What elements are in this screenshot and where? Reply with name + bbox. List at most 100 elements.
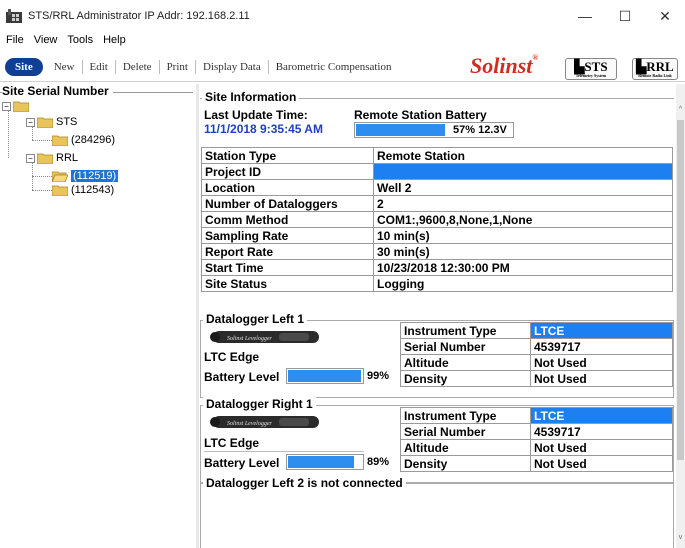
- property-key: Comm Method: [201, 211, 374, 228]
- folder-icon: [52, 135, 68, 146]
- maximize-button[interactable]: ☐: [605, 0, 645, 32]
- datalogger-left-1-battery-bar: [286, 368, 364, 384]
- svg-text:Solinst Levelogger: Solinst Levelogger: [227, 421, 272, 427]
- title-bar: STS/RRL Administrator IP Addr: 192.168.2…: [0, 0, 685, 32]
- site-info-panel: Site Information Last Update Time: 11/1/…: [199, 84, 676, 548]
- remote-battery-text: 57% 12.3V: [453, 124, 507, 136]
- property-value[interactable]: LTCE: [530, 407, 673, 424]
- scroll-down-icon[interactable]: v: [676, 534, 685, 541]
- property-value[interactable]: Logging: [373, 275, 673, 292]
- property-key: Density: [400, 370, 531, 387]
- property-key: Instrument Type: [400, 322, 531, 339]
- tree-node-label-selected[interactable]: (112519): [71, 170, 119, 182]
- property-value[interactable]: 30 min(s): [373, 243, 673, 260]
- table-row: Instrument Type LTCE: [400, 407, 673, 424]
- delete-button[interactable]: Delete: [116, 59, 160, 74]
- folder-icon: [37, 117, 53, 128]
- property-value[interactable]: 4539717: [530, 338, 673, 355]
- property-key: Start Time: [201, 259, 374, 276]
- property-value[interactable]: 2: [373, 195, 673, 212]
- tree-node-112543[interactable]: (112543): [52, 184, 114, 196]
- folder-open-icon: [52, 171, 68, 182]
- property-value[interactable]: [373, 163, 673, 180]
- property-value[interactable]: Not Used: [530, 370, 673, 387]
- tree-node-284296[interactable]: (284296): [52, 134, 115, 146]
- minimize-button[interactable]: —: [565, 0, 605, 32]
- collapse-icon[interactable]: −: [26, 153, 35, 163]
- table-row: Sampling Rate 10 min(s): [201, 227, 673, 244]
- tree-title: Site Serial Number: [2, 84, 113, 98]
- folder-icon: [13, 101, 29, 112]
- battery-label: Remote Station Battery: [354, 108, 487, 122]
- property-key: Altitude: [400, 354, 531, 371]
- property-value[interactable]: 4539717: [530, 423, 673, 440]
- collapse-icon[interactable]: −: [2, 101, 11, 111]
- scroll-thumb[interactable]: [677, 120, 684, 460]
- property-value[interactable]: Not Used: [530, 354, 673, 371]
- battery-level-label: Battery Level: [204, 370, 280, 384]
- solinst-logo: Solinst®: [470, 53, 539, 78]
- property-key: Density: [400, 455, 531, 472]
- battery-fill: [288, 456, 354, 468]
- table-row: Start Time 10/23/2018 12:30:00 PM: [201, 259, 673, 276]
- scroll-up-icon[interactable]: ^: [676, 106, 685, 113]
- remote-battery-bar: 57% 12.3V: [354, 122, 514, 138]
- property-key: Project ID: [201, 163, 374, 180]
- property-value[interactable]: 10 min(s): [373, 227, 673, 244]
- tree-node-label[interactable]: (112543): [71, 184, 114, 196]
- menu-view[interactable]: View: [30, 34, 62, 50]
- table-row: Density Not Used: [400, 370, 673, 387]
- property-value[interactable]: LTCE: [530, 322, 673, 339]
- property-value[interactable]: COM1:,9600,8,None,1,None: [373, 211, 673, 228]
- vertical-scrollbar[interactable]: ^ v: [676, 84, 685, 548]
- property-value[interactable]: 10/23/2018 12:30:00 PM: [373, 259, 673, 276]
- tree-node-label[interactable]: (284296): [71, 134, 115, 146]
- table-row: Station Type Remote Station: [201, 147, 673, 164]
- datalogger-right-1-title: Datalogger Right 1: [203, 397, 316, 411]
- site-tree-panel: Site Serial Number − − STS (284296) − RR…: [0, 84, 195, 548]
- menu-bar: File View Tools Help: [0, 34, 130, 50]
- property-value[interactable]: Not Used: [530, 439, 673, 456]
- rrl-logo: ▙RRL Remote Radio Link: [632, 58, 678, 80]
- menu-tools[interactable]: Tools: [63, 34, 97, 50]
- property-value[interactable]: Not Used: [530, 455, 673, 472]
- table-row: Number of Dataloggers 2: [201, 195, 673, 212]
- datalogger-left-1-properties: Instrument Type LTCE Serial Number 4539717 A…: [400, 322, 673, 387]
- last-update-value: 11/1/2018 9:35:45 AM: [204, 122, 323, 136]
- display-data-button[interactable]: Display Data: [196, 59, 269, 74]
- barometric-compensation-button[interactable]: Barometric Compensation: [269, 60, 399, 74]
- table-row: Project ID: [201, 163, 673, 180]
- print-button[interactable]: Print: [160, 59, 196, 74]
- datalogger-right-1-battery-bar: [286, 454, 364, 470]
- tree-node-112519[interactable]: (112519): [52, 170, 119, 182]
- site-button[interactable]: Site: [5, 57, 43, 76]
- window-title: STS/RRL Administrator IP Addr: 192.168.2…: [28, 10, 250, 22]
- table-row: Report Rate 30 min(s): [201, 243, 673, 260]
- sts-logo: ▙STS Telemetry System: [565, 58, 617, 80]
- property-value[interactable]: Well 2: [373, 179, 673, 196]
- folder-icon: [37, 153, 53, 164]
- datalogger-left-2-status: Datalogger Left 2 is not connected: [203, 476, 406, 490]
- last-update-label: Last Update Time:: [204, 108, 308, 122]
- property-key: Serial Number: [400, 338, 531, 355]
- tree-node-sts[interactable]: − STS: [26, 116, 77, 128]
- close-button[interactable]: ✕: [645, 0, 685, 32]
- collapse-icon[interactable]: −: [26, 117, 35, 127]
- property-key: Report Rate: [201, 243, 374, 260]
- tree-node-label[interactable]: RRL: [56, 152, 78, 164]
- remote-battery-fill: [356, 124, 445, 136]
- tree-node-label[interactable]: STS: [56, 116, 77, 128]
- edit-button[interactable]: Edit: [83, 59, 116, 74]
- app-icon: [6, 9, 22, 23]
- table-row: Density Not Used: [400, 455, 673, 472]
- datalogger-right-1-properties: Instrument Type LTCE Serial Number 4539717 A…: [400, 407, 673, 472]
- property-value[interactable]: Remote Station: [373, 147, 673, 164]
- new-button[interactable]: New: [47, 59, 83, 74]
- table-row: Location Well 2: [201, 179, 673, 196]
- tree-node-rrl[interactable]: − RRL: [26, 152, 78, 164]
- tree-root[interactable]: −: [2, 100, 32, 112]
- property-key: Number of Dataloggers: [201, 195, 374, 212]
- menu-help[interactable]: Help: [99, 34, 130, 50]
- menu-file[interactable]: File: [2, 34, 28, 50]
- table-row: Comm Method COM1:,9600,8,None,1,None: [201, 211, 673, 228]
